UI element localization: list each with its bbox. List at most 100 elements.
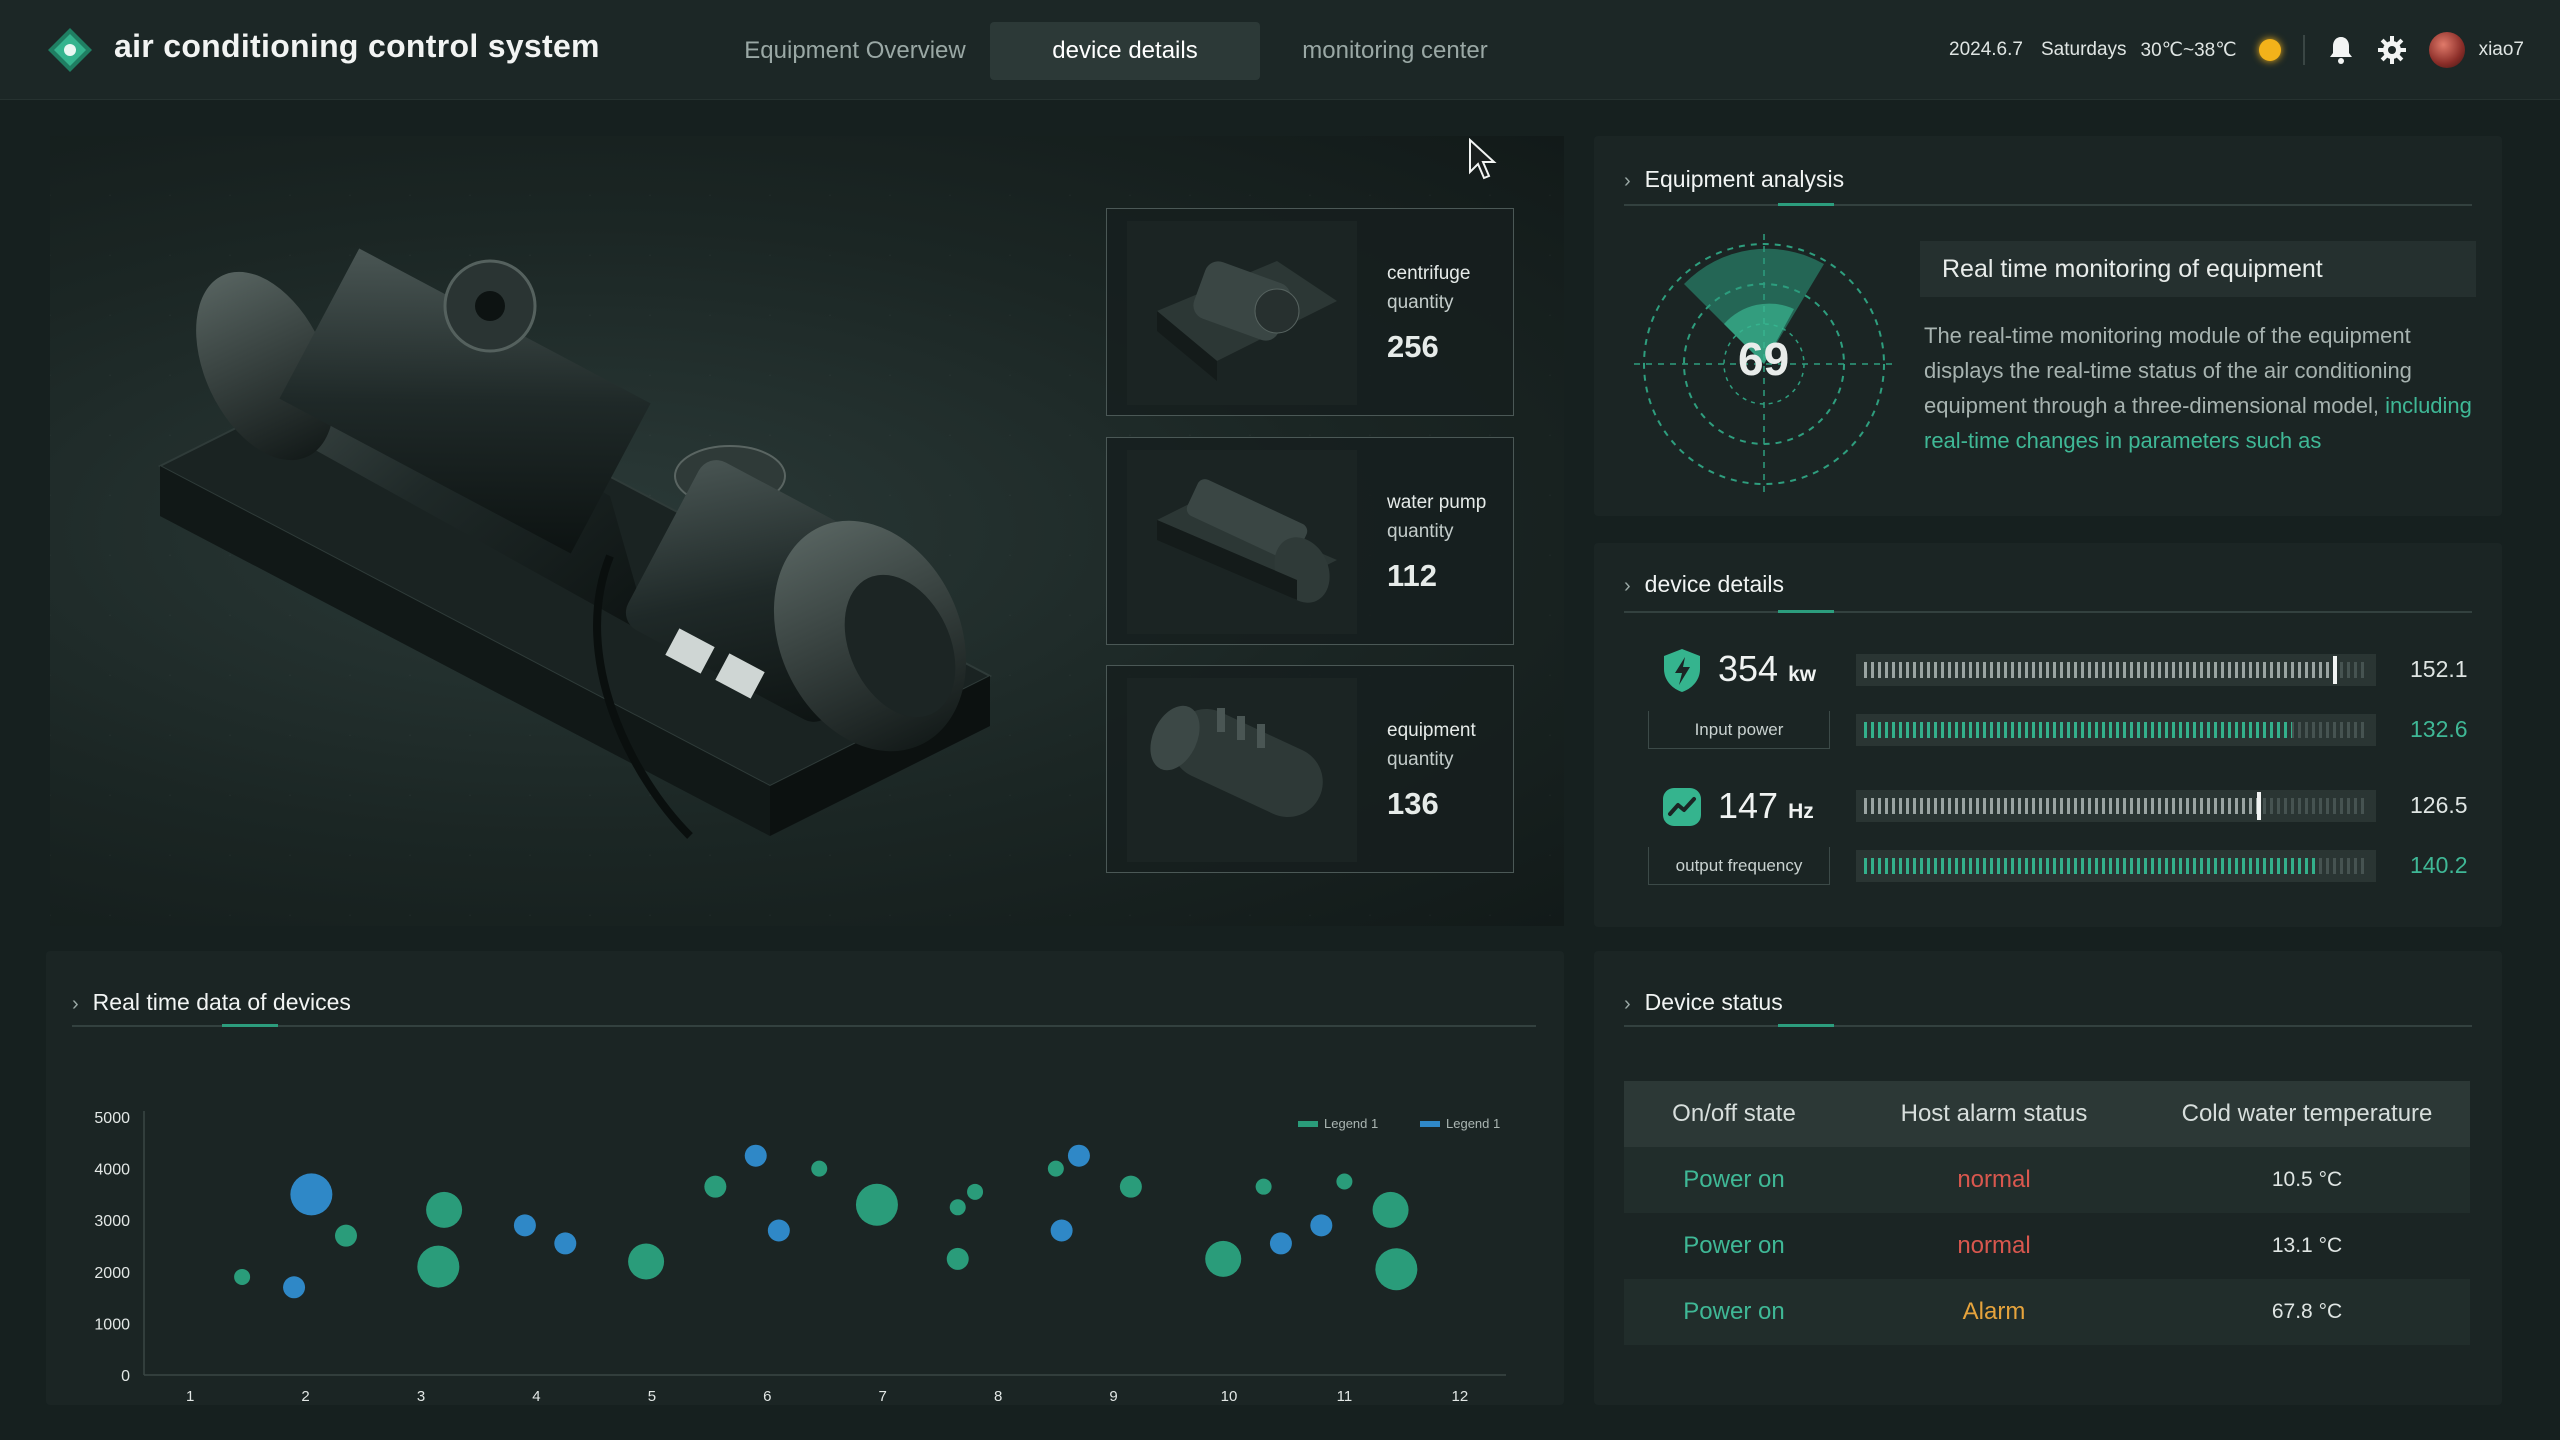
username[interactable]: xiao7 [2479, 39, 2524, 61]
x-tick-label: 11 [1337, 1388, 1353, 1401]
output-frequency-label: output frequency [1648, 847, 1830, 885]
cold-water-temp: 13.1 °C [2271, 1234, 2343, 1257]
chevron-right-icon: › [72, 993, 79, 1015]
x-tick-label: 9 [1109, 1388, 1117, 1401]
tab-equipment-overview[interactable]: Equipment Overview [720, 22, 990, 80]
device-details-panel: › device details 354 kw Input power 147 Hz … [1594, 543, 2502, 927]
y-tick-label: 5000 [94, 1110, 130, 1127]
device-status-panel: › Device status On/off state Host alarm s… [1594, 951, 2502, 1405]
progress-fill [1864, 798, 2257, 814]
scatter-point [1269, 1232, 1292, 1255]
scatter-chart: 0100020003000400050001 2 3 4 5 6 7 8 9 10 11 12Lege… [94, 1110, 1506, 1401]
scatter-point [1119, 1175, 1142, 1198]
tab-monitoring-center[interactable]: monitoring center [1260, 22, 1530, 80]
alarm-status: normal [1957, 1166, 2031, 1193]
realtime-data-panel: › Real time data of devices 0 1000 2000 3000… [46, 951, 1564, 1405]
x-tick-label: 6 [763, 1388, 771, 1401]
scatter-point [1067, 1144, 1090, 1167]
column-header[interactable]: Cold water temperature [2144, 1100, 2470, 1128]
top-bar: air conditioning control system Equipmen… [0, 0, 2560, 100]
scatter-point [1310, 1214, 1333, 1237]
progress-bar [1856, 654, 2376, 686]
x-tick-label: 8 [994, 1388, 1002, 1401]
on-off-state: Power on [1683, 1166, 1785, 1193]
divider [2302, 35, 2305, 65]
scatter-point [855, 1183, 898, 1226]
realtime-monitor-description: The real-time monitoring module of the e… [1924, 323, 2472, 453]
x-tick-label: 2 [301, 1388, 309, 1401]
chevron-right-icon: › [1624, 575, 1631, 597]
legend-label: Legend 1 [1446, 1116, 1500, 1131]
weekday-text: Saturdays [2040, 39, 2127, 60]
card-label: equipment quantity [1387, 720, 1476, 770]
scatter-point [767, 1219, 790, 1242]
scatter-point [234, 1268, 251, 1285]
equipment-card-centrifuge[interactable]: centrifuge quantity 256 [1106, 208, 1514, 416]
panel-header: › Real time data of devices [72, 989, 351, 1016]
trend-line-icon [1663, 788, 1701, 826]
x-tick-label: 5 [648, 1388, 656, 1401]
equipment-analysis-panel: › Equipment analysis 69 Real time monitor… [1594, 136, 2502, 516]
scatter-point [967, 1183, 984, 1200]
avatar[interactable] [2428, 32, 2465, 68]
equipment-card-water-pump[interactable]: water pump quantity 112 [1106, 437, 1514, 645]
tab-device-details[interactable]: device details [990, 22, 1260, 80]
scatter-point [1050, 1219, 1073, 1242]
panel-title: device details [1644, 571, 1785, 597]
x-tick-label: 3 [417, 1388, 425, 1401]
column-header[interactable]: On/off state [1624, 1100, 1844, 1128]
scatter-point [334, 1224, 357, 1247]
scatter-point [513, 1214, 536, 1237]
gear-icon[interactable] [2377, 35, 2407, 65]
progress-fill [1864, 662, 2333, 678]
centrifuge-thumbnail [1127, 221, 1357, 405]
scatter-point [628, 1243, 665, 1280]
progress-fill [1864, 858, 2318, 874]
panel-underline [1624, 610, 2472, 613]
temperature-text: 30℃~38℃ [2140, 39, 2237, 61]
sun-icon [2258, 39, 2281, 61]
scatter-point [283, 1276, 306, 1299]
bell-icon[interactable] [2327, 35, 2355, 65]
progress-fill [1864, 722, 2292, 738]
table-row[interactable]: Power on normal 13.1 °C [1624, 1213, 2470, 1279]
scatter-point [744, 1144, 767, 1167]
shield-bolt-icon [1664, 649, 1700, 692]
chevron-right-icon: › [1624, 993, 1631, 1015]
main-nav: Equipment Overview device details monito… [720, 22, 1530, 80]
progress-value: 126.5 [2410, 792, 2468, 818]
on-off-state: Power on [1683, 1298, 1785, 1325]
y-tick-label: 2000 [94, 1265, 130, 1282]
scatter-point [811, 1160, 828, 1177]
output-frequency-value: 147 Hz [1718, 785, 1814, 826]
progress-value: 132.6 [2410, 716, 2468, 742]
x-tick-label: 7 [879, 1388, 887, 1401]
y-tick-label: 1000 [94, 1316, 130, 1333]
equipment-card-equipment[interactable]: equipment quantity 136 [1106, 665, 1514, 873]
realtime-monitor-title: Real time monitoring of equipment [1920, 241, 2476, 297]
panel-title: Device status [1644, 989, 1783, 1015]
scatter-point [946, 1247, 969, 1270]
progress-bar [1856, 790, 2376, 822]
panel-header: › Equipment analysis [1624, 166, 1844, 193]
on-off-state: Power on [1683, 1232, 1785, 1259]
progress-bar [1856, 714, 2376, 746]
alarm-status: Alarm [1962, 1298, 2026, 1325]
column-header[interactable]: Host alarm status [1844, 1100, 2144, 1128]
panel-title: Equipment analysis [1644, 166, 1845, 192]
scatter-point [1336, 1173, 1353, 1190]
table-row[interactable]: Power on normal 10.5 °C [1624, 1147, 2470, 1213]
x-tick-label: 4 [532, 1388, 540, 1401]
panel-underline [1624, 1024, 2472, 1027]
app-title: air conditioning control system [114, 28, 600, 64]
x-tick-label: 12 [1451, 1388, 1468, 1401]
pump-model-image [157, 248, 993, 839]
scatter-point [1372, 1191, 1409, 1228]
progress-bar [1856, 850, 2376, 882]
table-row[interactable]: Power on Alarm 67.8 °C [1624, 1279, 2470, 1345]
gauge-value: 69 [1738, 333, 1790, 385]
scatter-point [1375, 1248, 1418, 1291]
input-power-value: 354 kw [1718, 648, 1817, 689]
progress-value: 140.2 [2410, 852, 2468, 878]
equipment-3d-view[interactable]: centrifuge quantity 256 water pump quantit… [50, 136, 1564, 926]
